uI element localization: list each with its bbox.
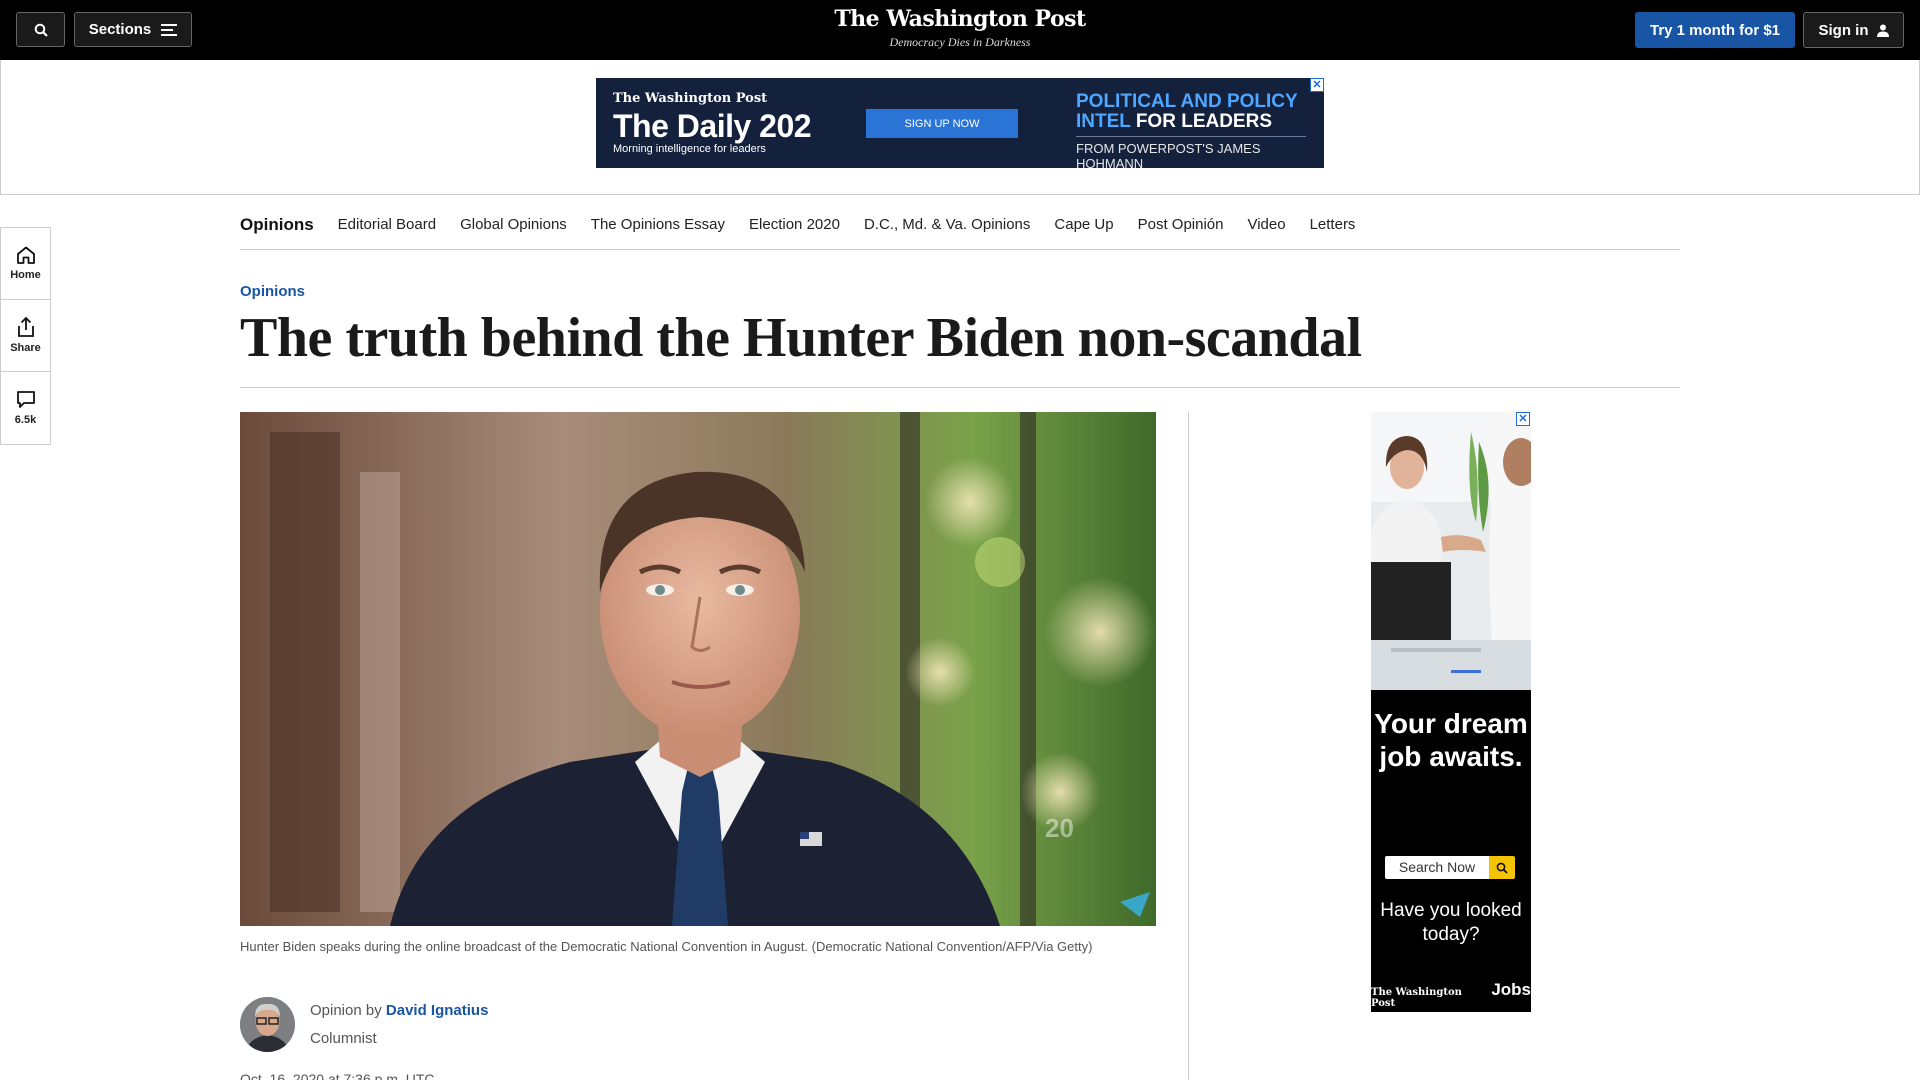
sections-label: Sections: [88, 21, 152, 38]
comment-icon: [16, 391, 35, 408]
side-ad-close-icon[interactable]: ✕: [1516, 412, 1530, 426]
side-ad-footer: The Washington Post Jobs: [1371, 980, 1531, 1009]
menu-icon: [161, 23, 178, 36]
ad-headline: POLITICAL AND POLICY INTEL FOR LEADERS: [1076, 92, 1306, 132]
home-rail-button[interactable]: Home: [1, 228, 50, 300]
comments-rail-button[interactable]: 6.5k: [1, 372, 50, 444]
side-ad-footer-logo: The Washington Post: [1371, 987, 1462, 1009]
subnav-item-global-opinions[interactable]: Global Opinions: [460, 216, 567, 233]
author-avatar[interactable]: [240, 997, 295, 1052]
side-ad-search-button[interactable]: [1489, 856, 1515, 879]
masthead-title: The Washington Post: [834, 6, 1086, 32]
subnav-item-letters[interactable]: Letters: [1310, 216, 1356, 233]
subnav-item-cape-up[interactable]: Cape Up: [1054, 216, 1113, 233]
side-ad-search-field[interactable]: Search Now: [1385, 856, 1489, 879]
column-divider: [1188, 412, 1189, 1080]
author-role: Columnist: [310, 1030, 377, 1047]
home-icon: [16, 246, 35, 264]
ad-divider: [1076, 136, 1306, 137]
masthead-logo[interactable]: The Washington Post Democracy Dies in Da…: [760, 6, 1160, 50]
ad-signup-button[interactable]: SIGN UP NOW: [866, 109, 1018, 138]
author-portrait-image: [240, 997, 295, 1052]
publish-date: Oct. 16, 2020 at 7:36 p.m. UTC: [240, 1071, 435, 1080]
side-ad-footer-jobs: Jobs: [1491, 980, 1531, 999]
subnav-item-opinions-essay[interactable]: The Opinions Essay: [591, 216, 725, 233]
subnav-item-dc-md-va[interactable]: D.C., Md. & Va. Opinions: [864, 216, 1030, 233]
ad-headline-white: FOR LEADERS: [1135, 111, 1273, 132]
section-kicker[interactable]: Opinions: [240, 283, 305, 300]
side-ad-photo: [1371, 412, 1531, 690]
subnav-item-editorial-board[interactable]: Editorial Board: [338, 216, 436, 233]
headline-divider: [240, 387, 1680, 388]
ad-title: The Daily 202: [613, 108, 812, 144]
top-navigation-bar: Sections The Washington Post Democracy D…: [0, 0, 1920, 60]
user-icon: [1876, 24, 1889, 37]
side-ad-tagline: Have you looked today?: [1380, 900, 1522, 945]
subscribe-button[interactable]: Try 1 month for $1: [1635, 12, 1795, 48]
search-icon: [34, 23, 48, 37]
banner-ad[interactable]: The Washington Post The Daily 202 Mornin…: [596, 78, 1324, 168]
opinions-subnav: Opinions Editorial Board Global Opinions…: [240, 200, 1680, 250]
share-rail-button[interactable]: Share: [1, 300, 50, 372]
ad-from: FROM POWERPOST'S JAMES HOHMANN: [1076, 141, 1261, 168]
svg-text:20: 20: [1045, 813, 1074, 843]
lead-photo[interactable]: 20: [240, 412, 1156, 926]
author-link[interactable]: David Ignatius: [386, 1002, 489, 1019]
article-headline: The truth behind the Hunter Biden non-sc…: [240, 307, 1362, 369]
ad-choices-close-icon[interactable]: ✕: [1310, 78, 1324, 92]
subnav-item-election-2020[interactable]: Election 2020: [749, 216, 840, 233]
comment-count: 6.5k: [14, 414, 37, 426]
share-rail-label: Share: [10, 342, 41, 354]
sign-in-label: Sign in: [1818, 21, 1869, 39]
share-icon: [17, 317, 34, 337]
photo-caption: Hunter Biden speaks during the online br…: [240, 939, 1093, 954]
byline-prefix: Opinion by: [310, 1002, 382, 1019]
sign-in-button[interactable]: Sign in: [1803, 12, 1904, 48]
search-icon: [1496, 862, 1508, 874]
byline: Opinion by David Ignatius: [310, 1002, 488, 1019]
lead-photo-illustration: 20: [240, 412, 1156, 926]
subnav-item-video[interactable]: Video: [1247, 216, 1285, 233]
masthead-tagline: Democracy Dies in Darkness: [889, 35, 1031, 49]
side-ad[interactable]: Your dream job awaits. Search Now Have y…: [1371, 412, 1531, 1012]
home-rail-label: Home: [10, 269, 41, 281]
search-button[interactable]: [16, 12, 65, 47]
side-ad-headline: Your dream job awaits.: [1374, 708, 1528, 772]
subnav-item-post-opinion[interactable]: Post Opinión: [1138, 216, 1224, 233]
sections-button[interactable]: Sections: [74, 12, 192, 47]
ad-subtitle: Morning intelligence for leaders: [613, 143, 766, 155]
ad-logo: The Washington Post: [613, 91, 768, 106]
left-share-rail: Home Share 6.5k: [0, 227, 51, 445]
subnav-item-opinions[interactable]: Opinions: [240, 215, 314, 235]
